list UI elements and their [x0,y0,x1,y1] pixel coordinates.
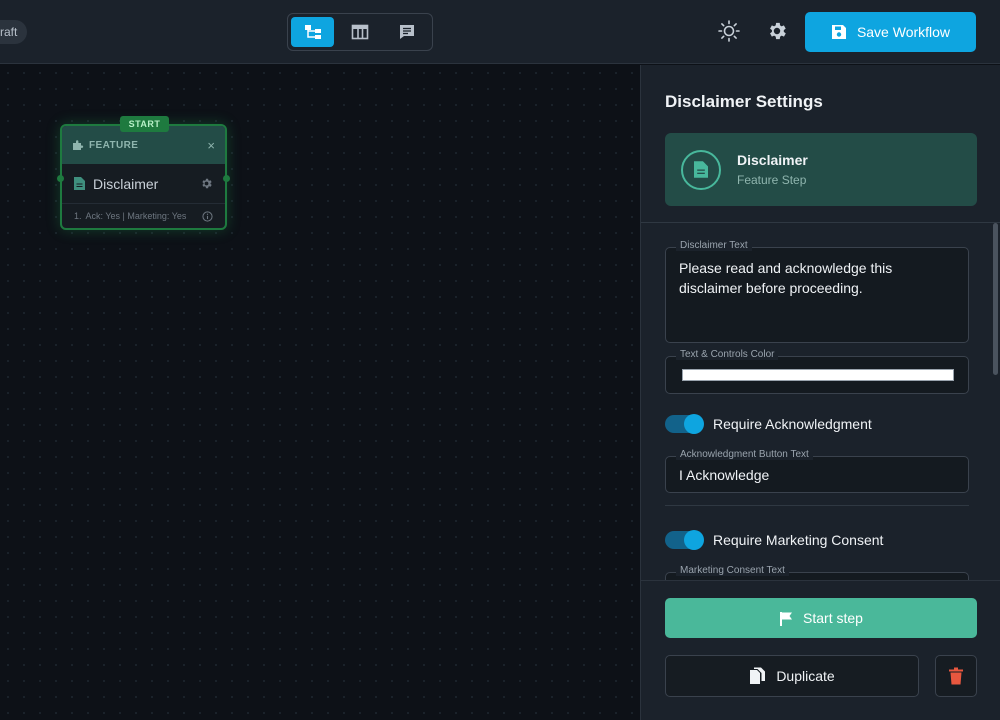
draft-status-badge: raft [0,20,28,44]
trash-icon [949,667,963,685]
settings-form: Disclaimer Text Please read and acknowle… [641,223,1000,580]
workflow-node-disclaimer[interactable]: START FEATURE × Disclaimer 1. Ack: Yes |… [57,116,230,230]
node-summary-index: 1. [74,211,82,221]
step-info-card: Disclaimer Feature Step [665,133,977,206]
table-icon [351,24,369,40]
workflow-canvas[interactable]: START FEATURE × Disclaimer 1. Ack: Yes |… [0,65,640,720]
top-bar: raft Save Workflow [0,0,1000,64]
disclaimer-text-value: Please read and acknowledge this disclai… [679,260,893,296]
color-picker-field[interactable]: Text & Controls Color [665,349,969,394]
duplicate-button[interactable]: Duplicate [665,655,919,697]
chat-view-button[interactable] [386,17,429,47]
node-type-label: FEATURE [89,139,139,151]
view-toggle [287,13,433,51]
require-marketing-consent-label: Require Marketing Consent [713,532,884,548]
node-close-icon[interactable]: × [207,138,215,153]
flow-view-button[interactable] [291,17,335,47]
start-step-button[interactable]: Start step [665,598,977,638]
panel-scrollbar[interactable] [993,223,998,375]
start-tag: START [120,116,169,132]
section-divider [665,505,969,506]
ack-button-text-value: I Acknowledge [679,467,770,483]
settings-panel: Disclaimer Settings Disclaimer Feature S… [640,65,1000,720]
toggle-switch[interactable] [665,414,704,434]
panel-title: Disclaimer Settings [665,92,823,111]
gear-icon [770,22,786,40]
delete-button[interactable] [935,655,977,697]
node-title: Disclaimer [93,175,159,192]
start-step-label: Start step [803,610,863,626]
disclaimer-text-label: Disclaimer Text [676,240,752,251]
require-acknowledgment-toggle[interactable]: Require Acknowledgment [665,414,872,434]
table-view-button[interactable] [338,17,381,47]
acknowledgment-button-text-field[interactable]: Acknowledgment Button Text I Acknowledge [665,449,969,493]
node-gear-icon[interactable] [200,177,213,190]
step-icon-badge [681,149,721,190]
copy-icon [750,667,766,684]
marketing-consent-text-field[interactable]: Marketing Consent Text [665,565,969,580]
panel-actions: Start step Duplicate [641,580,1000,720]
flag-icon [780,611,793,626]
marketing-consent-text-label: Marketing Consent Text [676,565,789,576]
sun-icon [718,20,740,42]
node-input-handle[interactable] [57,175,64,182]
node-summary-text: Ack: Yes | Marketing: Yes [85,211,187,221]
save-workflow-label: Save Workflow [856,24,951,40]
color-field-label: Text & Controls Color [676,349,779,360]
duplicate-label: Duplicate [776,668,835,684]
theme-toggle-button[interactable] [715,17,743,45]
node-summary: 1. Ack: Yes | Marketing: Yes [62,204,225,228]
require-marketing-consent-toggle[interactable]: Require Marketing Consent [665,530,884,550]
disclaimer-text-field[interactable]: Disclaimer Text Please read and acknowle… [665,240,969,343]
step-name: Disclaimer [737,152,808,168]
toggle-switch[interactable] [665,530,704,550]
settings-button[interactable] [763,17,791,45]
flow-diagram-icon [304,25,321,39]
document-icon [74,177,85,190]
step-type: Feature Step [737,173,807,187]
node-body: Disclaimer [62,164,225,204]
floppy-disk-icon [831,25,846,39]
require-acknowledgment-label: Require Acknowledgment [713,416,872,432]
puzzle-icon [73,140,84,150]
chat-icon [400,25,415,39]
color-swatch[interactable] [682,369,954,381]
document-icon [694,161,708,178]
ack-button-text-label: Acknowledgment Button Text [676,449,813,460]
info-icon[interactable] [202,210,213,222]
node-output-handle[interactable] [223,175,230,182]
save-workflow-button[interactable]: Save Workflow [805,12,976,52]
